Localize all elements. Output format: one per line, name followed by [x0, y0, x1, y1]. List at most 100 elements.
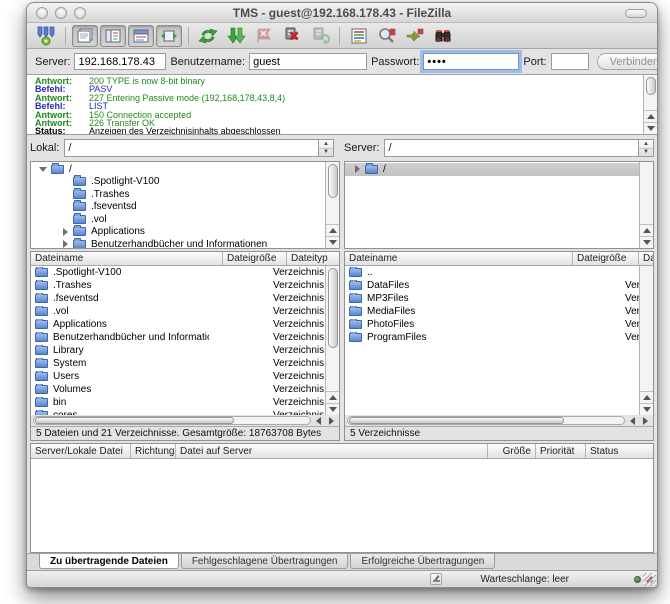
column-header-filetype[interactable]: Dateityp [639, 252, 653, 265]
tree-item[interactable]: .fseventsd [31, 200, 325, 214]
remote-list-hscrollbar[interactable] [345, 415, 653, 426]
file-row[interactable]: MP3Files Verzeichnis [345, 292, 639, 305]
remote-list-scrollbar[interactable] [639, 266, 653, 415]
collapse-arrow-icon[interactable] [35, 166, 51, 172]
speed-limit-icon[interactable] [430, 573, 443, 585]
refresh-button[interactable] [195, 25, 221, 47]
remote-path-stepper[interactable]: ▲ ▼ [638, 140, 653, 156]
close-button[interactable] [36, 7, 48, 19]
local-tree-scrollbar[interactable] [325, 162, 339, 248]
toggle-message-log-button[interactable] [72, 24, 98, 47]
local-list-scrollbar[interactable] [325, 266, 339, 415]
hscroll-track[interactable] [347, 416, 625, 425]
local-path-combo[interactable]: / ▲ ▼ [64, 139, 334, 157]
remote-path-combo[interactable]: / ▲ ▼ [384, 139, 654, 157]
scroll-down-button[interactable] [640, 236, 653, 248]
scroll-right-button[interactable] [326, 416, 337, 425]
file-row[interactable]: .vol Verzeichnis [31, 305, 325, 318]
toggle-remote-tree-button[interactable] [128, 24, 154, 47]
scroll-up-button[interactable] [326, 224, 339, 236]
disconnect-button[interactable] [279, 25, 305, 47]
server-input[interactable] [74, 53, 167, 70]
folder-icon [349, 332, 362, 342]
tab-inactive[interactable]: Erfolgreiche Übertragungen [350, 554, 496, 569]
file-name-text: MediaFiles [367, 306, 416, 317]
reconnect-button[interactable] [307, 25, 333, 47]
column-header-filesize[interactable]: Dateigröße [573, 252, 639, 265]
tree-item[interactable]: / [345, 162, 639, 176]
local-list-scrollbar-thumb[interactable] [327, 268, 338, 348]
file-row[interactable]: Benutzerhandbücher und Informationen Verz… [31, 331, 325, 344]
file-row[interactable]: DataFiles Verzeichnis [345, 279, 639, 292]
minimize-button[interactable] [55, 7, 67, 19]
tree-item[interactable]: .Trashes [31, 187, 325, 201]
toolbar-toggle-button[interactable] [625, 9, 647, 18]
queue-body[interactable] [31, 459, 653, 552]
file-row[interactable]: Volumes Verzeichnis [31, 383, 325, 396]
directory-comparison-button[interactable] [374, 25, 400, 47]
site-manager-button[interactable] [33, 25, 59, 47]
local-tree-scrollbar-thumb[interactable] [327, 164, 338, 198]
titlebar[interactable]: TMS - guest@192.168.178.43 - FileZilla [27, 3, 657, 23]
scroll-up-button[interactable] [326, 391, 339, 403]
synchronized-browsing-button[interactable] [402, 25, 428, 47]
toggle-local-tree-button[interactable] [100, 24, 126, 47]
expand-arrow-icon[interactable] [57, 240, 73, 248]
resize-grip[interactable] [643, 573, 656, 586]
cancel-operation-button[interactable] [251, 25, 277, 47]
file-row[interactable]: Applications Verzeichnis [31, 318, 325, 331]
file-row[interactable]: Library Verzeichnis [31, 344, 325, 357]
file-row[interactable]: .Trashes Verzeichnis [31, 279, 325, 292]
log-scrollbar[interactable] [643, 75, 657, 134]
local-path-stepper[interactable]: ▲ ▼ [318, 140, 333, 156]
scroll-up-button[interactable] [640, 224, 653, 236]
username-input[interactable] [249, 53, 368, 70]
connect-button[interactable]: Verbinden [596, 53, 657, 70]
hscroll-thumb[interactable] [35, 417, 234, 424]
scroll-up-button[interactable] [640, 391, 653, 403]
tree-item[interactable]: Benutzerhandbücher und Informationen [31, 237, 325, 248]
file-row[interactable]: ProgramFiles Verzeichnis [345, 331, 639, 344]
file-row[interactable]: MediaFiles Verzeichnis [345, 305, 639, 318]
port-input[interactable] [550, 53, 589, 70]
hscroll-thumb[interactable] [349, 417, 565, 424]
password-input[interactable] [423, 53, 520, 70]
tree-item[interactable]: / [31, 162, 325, 176]
toggle-transfer-queue-button[interactable] [156, 24, 182, 47]
file-row[interactable]: .. [345, 266, 639, 279]
expand-arrow-icon[interactable] [349, 165, 365, 174]
column-header-filetype[interactable]: Dateityp [287, 252, 339, 265]
process-queue-button[interactable] [223, 25, 249, 47]
scroll-down-button[interactable] [640, 403, 653, 415]
file-row[interactable]: .Spotlight-V100 Verzeichnis [31, 266, 325, 279]
scroll-right-button[interactable] [640, 416, 651, 425]
scroll-down-button[interactable] [326, 236, 339, 248]
scroll-up-button[interactable] [644, 110, 657, 122]
file-search-button[interactable] [430, 25, 456, 47]
scroll-down-button[interactable] [326, 403, 339, 415]
scroll-left-button[interactable] [627, 416, 638, 425]
directory-listing-filter-button[interactable] [346, 25, 372, 47]
column-header-filename[interactable]: Dateiname [31, 252, 223, 265]
file-row[interactable]: Users Verzeichnis [31, 370, 325, 383]
tree-item[interactable]: .Spotlight-V100 [31, 175, 325, 189]
remote-tree-scrollbar[interactable] [639, 162, 653, 248]
tree-item[interactable]: .vol [31, 212, 325, 226]
local-list-hscrollbar[interactable] [31, 415, 339, 426]
file-row[interactable]: .fseventsd Verzeichnis [31, 292, 325, 305]
scroll-down-button[interactable] [644, 122, 657, 134]
file-row[interactable]: bin Verzeichnis [31, 396, 325, 409]
scroll-left-button[interactable] [313, 416, 324, 425]
expand-arrow-icon[interactable] [57, 227, 73, 236]
hscroll-track[interactable] [33, 416, 311, 425]
file-row[interactable]: PhotoFiles Verzeichnis [345, 318, 639, 331]
tab-inactive[interactable]: Fehlgeschlagene Übertragungen [180, 554, 349, 569]
zoom-button[interactable] [74, 7, 86, 19]
log-scrollbar-thumb[interactable] [645, 77, 656, 95]
tree-item[interactable]: Applications [31, 225, 325, 239]
column-header-filename[interactable]: Dateiname [345, 252, 573, 265]
file-type-cell: Verzeichnis [273, 267, 325, 278]
column-header-filesize[interactable]: Dateigröße [223, 252, 287, 265]
file-row[interactable]: System Verzeichnis [31, 357, 325, 370]
tab-active[interactable]: Zu übertragende Dateien [39, 554, 179, 569]
